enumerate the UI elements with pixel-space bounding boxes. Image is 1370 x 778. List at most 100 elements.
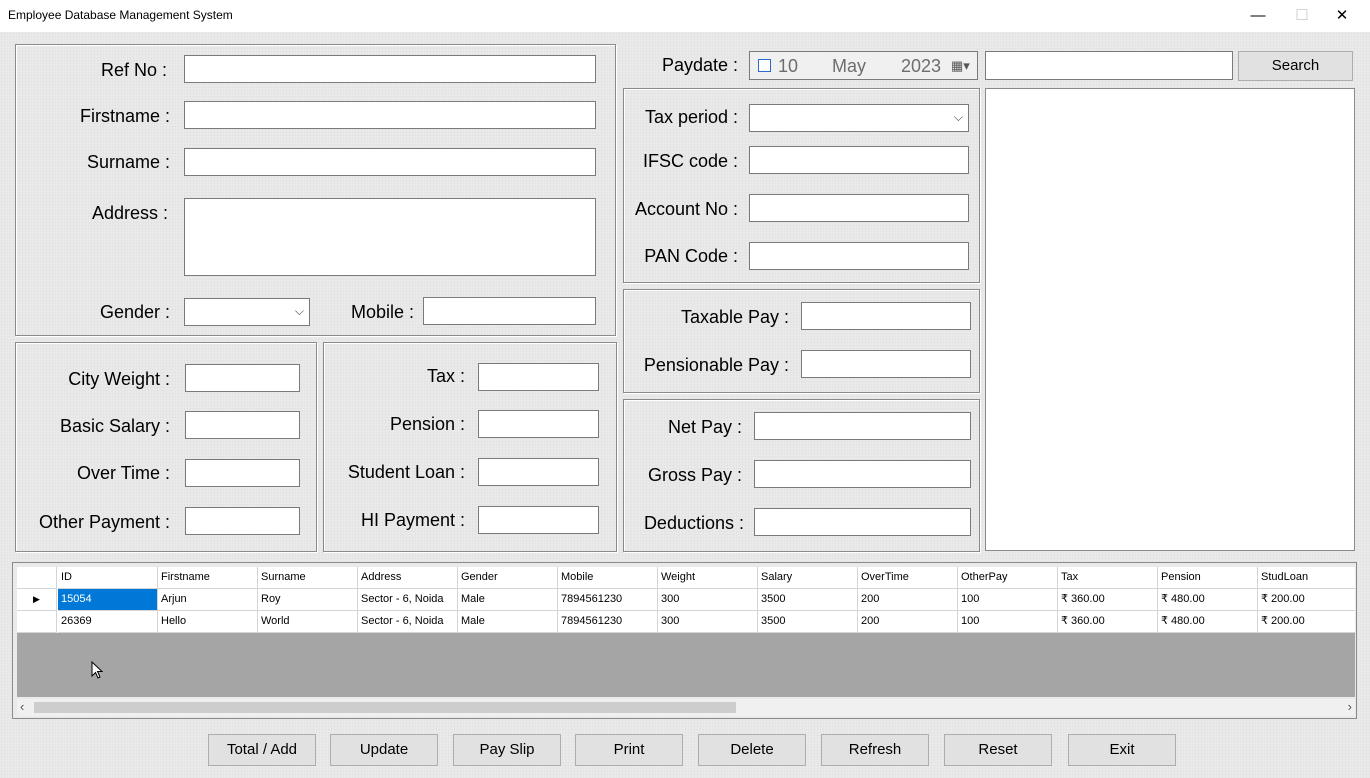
calendar-icon[interactable]: ▦▾ [951, 58, 970, 74]
employee-grid: ID Firstname Surname Address Gender Mobile Wei… [12, 562, 1357, 719]
row-header[interactable] [17, 611, 57, 633]
pan-code-input[interactable] [749, 242, 969, 270]
grid-corner [17, 567, 57, 589]
grid-view[interactable]: ID Firstname Surname Address Gender Mobile Wei… [17, 567, 1355, 697]
table-cell[interactable]: Arjun [158, 589, 258, 611]
table-cell[interactable]: Roy [258, 589, 358, 611]
ref-no-label: Ref No : [100, 60, 167, 80]
taxable-pay-input[interactable] [801, 302, 971, 330]
deductions-input[interactable] [754, 508, 971, 536]
column-header[interactable]: ID [58, 567, 158, 589]
tax-input[interactable] [478, 363, 599, 391]
scroll-right-icon[interactable]: › [1348, 699, 1352, 714]
ref-no-input[interactable] [184, 55, 596, 83]
pensionable-pay-label: Pensionable Pay : [643, 355, 789, 375]
table-cell[interactable]: 3500 [758, 589, 858, 611]
account-no-input[interactable] [749, 194, 969, 222]
gross-pay-input[interactable] [754, 460, 971, 488]
column-header[interactable]: Surname [258, 567, 358, 589]
other-payment-input[interactable] [185, 507, 300, 535]
pensionable-pay-input[interactable] [801, 350, 971, 378]
table-cell[interactable]: World [258, 611, 358, 633]
table-cell[interactable]: Male [458, 589, 558, 611]
mouse-cursor-icon [91, 661, 104, 679]
column-header[interactable]: Tax [1058, 567, 1158, 589]
column-header[interactable]: Firstname [158, 567, 258, 589]
ifsc-code-input[interactable] [749, 146, 969, 174]
taxable-pay-label: Taxable Pay : [680, 307, 789, 327]
horizontal-scrollbar[interactable]: ‹ › [17, 699, 1355, 716]
column-header[interactable]: Weight [658, 567, 758, 589]
table-cell[interactable]: Male [458, 611, 558, 633]
column-header[interactable]: OverTime [858, 567, 958, 589]
table-cell[interactable]: 7894561230 [558, 589, 658, 611]
delete-button[interactable]: Delete [698, 734, 806, 766]
row-header[interactable]: ▶ [17, 589, 57, 611]
basic-salary-input[interactable] [185, 411, 300, 439]
column-header[interactable]: Salary [758, 567, 858, 589]
table-cell[interactable]: ₹ 480.00 [1158, 589, 1258, 611]
table-cell[interactable]: 100 [958, 611, 1058, 633]
table-cell[interactable]: 300 [658, 611, 758, 633]
table-cell[interactable]: Sector - 6, Noida [358, 589, 458, 611]
table-cell[interactable]: 3500 [758, 611, 858, 633]
city-weight-input[interactable] [185, 364, 300, 392]
hi-payment-label: HI Payment : [360, 510, 465, 530]
paydate-label: Paydate : [661, 55, 738, 75]
search-input[interactable] [985, 51, 1233, 80]
surname-input[interactable] [184, 148, 596, 176]
gender-select[interactable]: ⌵ [184, 298, 310, 326]
mobile-label: Mobile : [350, 302, 414, 322]
date-checkbox[interactable] [758, 59, 771, 72]
tax-period-select[interactable]: ⌵ [749, 104, 969, 132]
column-header[interactable]: Address [358, 567, 458, 589]
mobile-input[interactable] [423, 297, 596, 325]
student-loan-input[interactable] [478, 458, 599, 486]
scroll-left-icon[interactable]: ‹ [20, 699, 24, 714]
table-cell[interactable]: ₹ 360.00 [1058, 611, 1158, 633]
print-button[interactable]: Print [575, 734, 683, 766]
table-cell[interactable]: ₹ 200.00 [1258, 589, 1355, 611]
update-button[interactable]: Update [330, 734, 438, 766]
hi-payment-input[interactable] [478, 506, 599, 534]
close-button[interactable]: ✕ [1322, 2, 1362, 30]
maximize-button: ☐ [1295, 7, 1309, 24]
pay-slip-button[interactable]: Pay Slip [453, 734, 561, 766]
table-row[interactable]: ▶ 15054 Arjun Roy Sector - 6, Noida Male 78945… [17, 589, 1355, 611]
table-cell[interactable]: ₹ 480.00 [1158, 611, 1258, 633]
minimize-button[interactable]: — [1238, 2, 1278, 30]
table-cell[interactable]: Sector - 6, Noida [358, 611, 458, 633]
address-label: Address : [91, 203, 168, 223]
scroll-thumb[interactable] [34, 702, 736, 713]
table-cell[interactable]: 300 [658, 589, 758, 611]
pension-input[interactable] [478, 410, 599, 438]
table-cell[interactable]: 26369 [58, 611, 158, 633]
table-row[interactable]: 26369 Hello World Sector - 6, Noida Male 7894… [17, 611, 1355, 633]
exit-button[interactable]: Exit [1068, 734, 1176, 766]
column-header[interactable]: OtherPay [958, 567, 1058, 589]
paydate-picker[interactable]: 10 May 2023 ▦▾ [749, 51, 978, 80]
reset-button[interactable]: Reset [944, 734, 1052, 766]
table-cell[interactable]: ₹ 200.00 [1258, 611, 1355, 633]
search-button[interactable]: Search [1238, 51, 1353, 81]
column-header[interactable]: StudLoan [1258, 567, 1355, 589]
net-pay-input[interactable] [754, 412, 971, 440]
ifsc-code-label: IFSC code : [642, 151, 738, 171]
refresh-button[interactable]: Refresh [821, 734, 929, 766]
address-input[interactable] [184, 198, 596, 276]
table-cell[interactable]: Hello [158, 611, 258, 633]
table-cell[interactable]: 200 [858, 589, 958, 611]
firstname-input[interactable] [184, 101, 596, 129]
table-cell[interactable]: 15054 [58, 589, 158, 611]
receipt-textarea[interactable] [985, 88, 1355, 551]
table-cell[interactable]: ₹ 360.00 [1058, 589, 1158, 611]
table-cell[interactable]: 100 [958, 589, 1058, 611]
column-header[interactable]: Pension [1158, 567, 1258, 589]
grid-header-row: ID Firstname Surname Address Gender Mobile Wei… [17, 567, 1355, 589]
total-add-button[interactable]: Total / Add [208, 734, 316, 766]
column-header[interactable]: Gender [458, 567, 558, 589]
over-time-input[interactable] [185, 459, 300, 487]
table-cell[interactable]: 7894561230 [558, 611, 658, 633]
column-header[interactable]: Mobile [558, 567, 658, 589]
table-cell[interactable]: 200 [858, 611, 958, 633]
